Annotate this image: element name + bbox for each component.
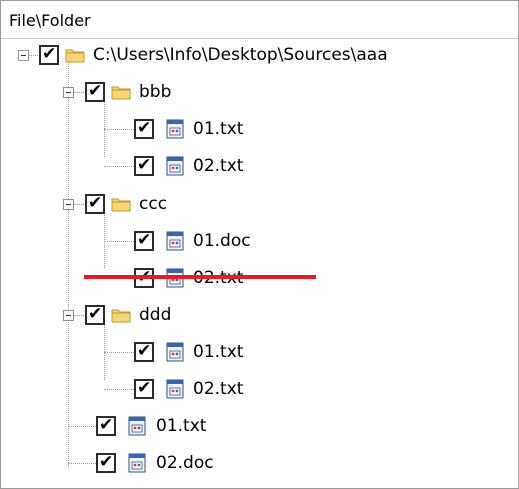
folder-icon (111, 198, 131, 212)
file-icon (166, 379, 184, 399)
tree-node-file[interactable]: ✔ 01.txt (1, 113, 518, 150)
checkmark-icon: ✔ (137, 230, 152, 250)
checkmark-icon: ✔ (42, 44, 57, 64)
collapse-minus-icon[interactable] (63, 199, 74, 210)
column-header[interactable]: File\Folder (1, 1, 518, 39)
tree-node-file[interactable]: ✔ 01.doc (1, 225, 518, 262)
checkmark-icon: ✔ (99, 415, 114, 435)
node-label: 02.txt (193, 156, 244, 176)
collapse-minus-icon[interactable] (63, 87, 74, 98)
checkmark-icon: ✔ (88, 193, 103, 213)
checkmark-icon: ✔ (137, 118, 152, 138)
tree-node-folder-ccc[interactable]: ✔ ccc (1, 188, 518, 225)
tree-node-folder-bbb[interactable]: ✔ bbb (1, 76, 518, 113)
folder-icon (111, 309, 131, 323)
tree-node-file[interactable]: ✔ 02.txt (1, 150, 518, 187)
tree-node-folder-ddd[interactable]: ✔ ddd (1, 299, 518, 336)
node-label: 01.doc (193, 231, 251, 251)
checkbox-folder[interactable]: ✔ (85, 81, 105, 102)
tree-node-file[interactable]: ✔ 01.txt (1, 336, 518, 373)
checkmark-icon: ✔ (137, 155, 152, 175)
checkbox-file[interactable]: ✔ (96, 452, 116, 473)
tree-node-file[interactable]: ✔ 02.txt (1, 373, 518, 410)
collapse-minus-icon[interactable] (18, 50, 29, 61)
node-label: C:\Users\Info\Desktop\Sources\aaa (93, 45, 388, 65)
node-label: ccc (139, 194, 168, 214)
checkbox-folder[interactable]: ✔ (85, 304, 105, 325)
file-icon (166, 231, 184, 251)
collapse-minus-icon[interactable] (63, 310, 74, 321)
node-label: 01.txt (156, 416, 207, 436)
tree-node-file-struck[interactable]: ✔ 02.txt (1, 262, 518, 299)
file-folder-panel: File\Folder ✔ C:\Users\Info\Desktop\Sour… (0, 0, 519, 489)
red-strike-line (84, 275, 316, 279)
checkbox-file[interactable]: ✔ (134, 155, 154, 176)
checkbox-file[interactable]: ✔ (134, 378, 154, 399)
checkmark-icon: ✔ (88, 304, 103, 324)
checkmark-icon: ✔ (88, 81, 103, 101)
node-label: ddd (139, 305, 172, 325)
folder-icon (65, 49, 85, 63)
tree-node-file[interactable]: ✔ 01.txt (1, 410, 518, 447)
checkmark-icon: ✔ (137, 341, 152, 361)
checkbox-file[interactable]: ✔ (134, 118, 154, 139)
node-label: 01.txt (193, 119, 244, 139)
tree-node-file[interactable]: ✔ 02.doc (1, 447, 518, 484)
file-icon (128, 453, 146, 473)
checkbox-file[interactable]: ✔ (134, 230, 154, 251)
node-label: 01.txt (193, 342, 244, 362)
file-icon (166, 119, 184, 139)
checkmark-icon: ✔ (137, 378, 152, 398)
checkmark-icon: ✔ (99, 452, 114, 472)
checkbox-folder[interactable]: ✔ (85, 193, 105, 214)
file-icon (128, 416, 146, 436)
node-label: bbb (139, 82, 172, 102)
file-icon (166, 156, 184, 176)
checkbox-file[interactable]: ✔ (134, 341, 154, 362)
node-label: 02.txt (193, 379, 244, 399)
node-label: 02.doc (156, 453, 214, 473)
column-header-label: File\Folder (9, 11, 91, 30)
folder-icon (111, 86, 131, 100)
file-tree: ✔ C:\Users\Info\Desktop\Sources\aaa ✔ bb… (1, 39, 518, 488)
tree-node-root[interactable]: ✔ C:\Users\Info\Desktop\Sources\aaa (1, 39, 518, 76)
checkbox-file[interactable]: ✔ (96, 415, 116, 436)
file-icon (166, 342, 184, 362)
checkbox-root[interactable]: ✔ (39, 44, 59, 65)
